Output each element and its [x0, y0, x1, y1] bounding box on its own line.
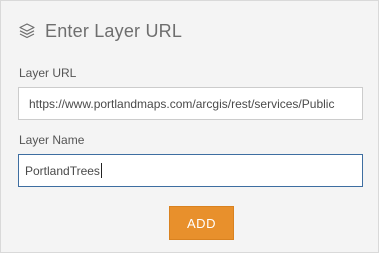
enter-layer-url-panel: Enter Layer URL Layer URL https://www.po… — [0, 0, 379, 253]
layers-icon — [18, 22, 36, 40]
layer-name-label: Layer Name — [19, 133, 85, 147]
layer-name-value: PortlandTrees — [25, 163, 100, 178]
panel-header: Enter Layer URL — [18, 19, 182, 43]
add-button[interactable]: ADD — [169, 206, 234, 240]
layer-url-value: https://www.portlandmaps.com/arcgis/rest… — [29, 96, 335, 111]
layer-name-input[interactable]: PortlandTrees — [18, 154, 363, 187]
layer-url-input[interactable]: https://www.portlandmaps.com/arcgis/rest… — [18, 87, 363, 120]
text-caret — [100, 163, 102, 178]
layer-url-label: Layer URL — [19, 66, 77, 80]
panel-title: Enter Layer URL — [45, 20, 183, 41]
